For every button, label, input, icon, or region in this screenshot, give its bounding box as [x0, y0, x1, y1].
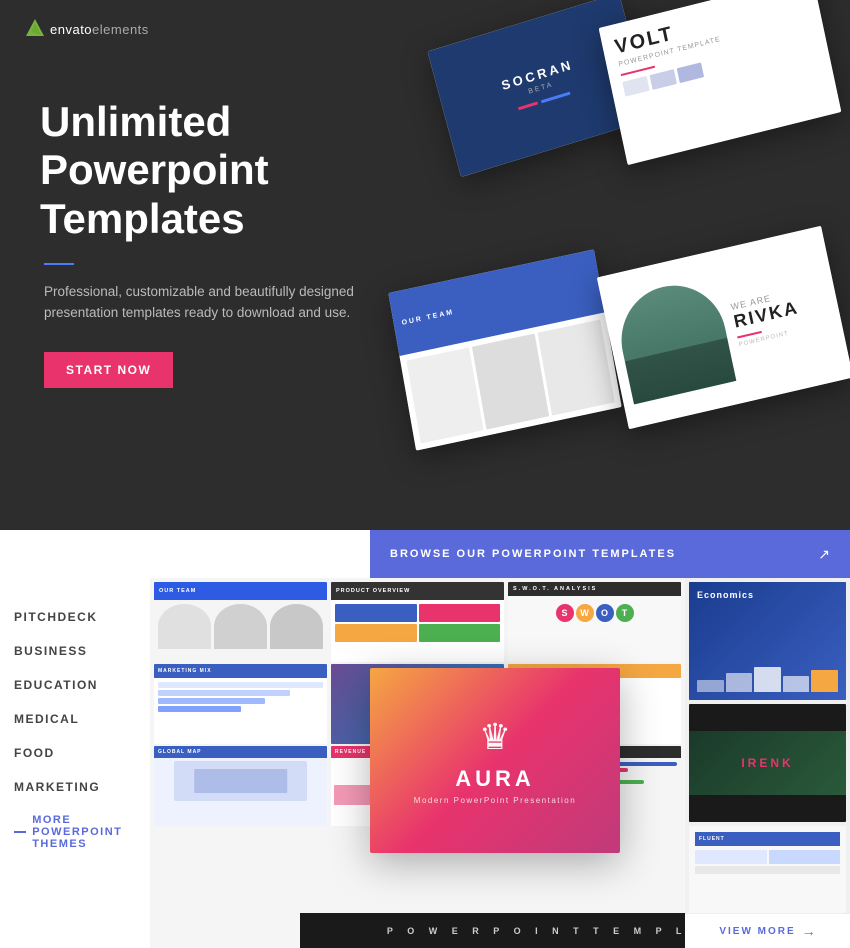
hero-title: Unlimited Powerpoint Templates	[40, 98, 460, 243]
preview-area: OUR TEAM PRODUCT OVERVIEW	[150, 578, 685, 948]
ppt-bar-text: P O W E R P O I N T T E M P L A T E	[387, 926, 685, 936]
hero-section: envatoelements Unlimited Powerpoint Temp…	[0, 0, 850, 530]
hero-content: Unlimited Powerpoint Templates Professio…	[0, 58, 850, 388]
sidebar-item-pitchdeck[interactable]: PITCHDECK	[14, 610, 150, 624]
browse-section: BROWSE OUR POWERPOINT TEMPLATES ↗ PITCHD…	[0, 530, 850, 947]
thumb-economics[interactable]: Economics	[689, 582, 846, 700]
sidebar-item-business[interactable]: BUSINESS	[14, 644, 150, 658]
aura-title: AURA	[455, 766, 535, 792]
sidebar-navigation: PITCHDECK BUSINESS EDUCATION MEDICAL FOO…	[0, 590, 150, 850]
logo-text: envatoelements	[50, 22, 149, 37]
right-thumbnail-column: Economics IRENK FLUENT	[685, 578, 850, 948]
view-more-label: VIEW MORE	[719, 926, 795, 937]
sidebar-item-marketing[interactable]: MARKETING	[14, 780, 150, 794]
more-themes-dash	[14, 831, 26, 833]
preview-slide-marketing[interactable]: MARKETING MIX	[154, 664, 327, 744]
hero-subtitle: Professional, customizable and beautiful…	[44, 281, 384, 324]
sidebar-item-food[interactable]: FOOD	[14, 746, 150, 760]
aura-crown-icon: ♛	[479, 716, 511, 758]
sidebar-item-medical[interactable]: MEDICAL	[14, 712, 150, 726]
envato-leaf-icon	[24, 18, 46, 40]
preview-slide-product[interactable]: PRODUCT OVERVIEW	[331, 582, 504, 662]
browse-arrow-icon: ↗	[818, 546, 830, 563]
thumb-economics-label: Economics	[697, 590, 838, 600]
hero-divider	[44, 263, 74, 265]
browse-header-text: BROWSE OUR POWERPOINT TEMPLATES	[390, 548, 818, 560]
preview-slide-swot[interactable]: S.W.O.T. ANALYSIS S W O T	[508, 582, 681, 662]
sidebar-item-education[interactable]: EDUCATION	[14, 678, 150, 692]
logo[interactable]: envatoelements	[24, 18, 149, 40]
start-now-button[interactable]: START NOW	[44, 352, 173, 388]
preview-slide-global[interactable]: GLOBAL MAP	[154, 746, 327, 826]
view-more-bar[interactable]: VIEW MORE →	[685, 913, 850, 948]
more-themes-link[interactable]: MORE POWERPOINT THEMES	[14, 814, 150, 850]
more-themes-label: MORE POWERPOINT THEMES	[32, 814, 150, 850]
thumb-irenk[interactable]: IRENK	[689, 704, 846, 822]
view-more-arrow-icon: →	[802, 923, 816, 939]
aura-subtitle: Modern PowerPoint Presentation	[414, 796, 576, 805]
aura-featured-card[interactable]: ♛ AURA Modern PowerPoint Presentation	[370, 668, 620, 853]
preview-slide-our-team[interactable]: OUR TEAM	[154, 582, 327, 662]
browse-header: BROWSE OUR POWERPOINT TEMPLATES ↗	[370, 530, 850, 578]
ppt-template-bar: P O W E R P O I N T T E M P L A T E	[300, 913, 685, 948]
thumb-irenk-label: IRENK	[741, 756, 793, 770]
